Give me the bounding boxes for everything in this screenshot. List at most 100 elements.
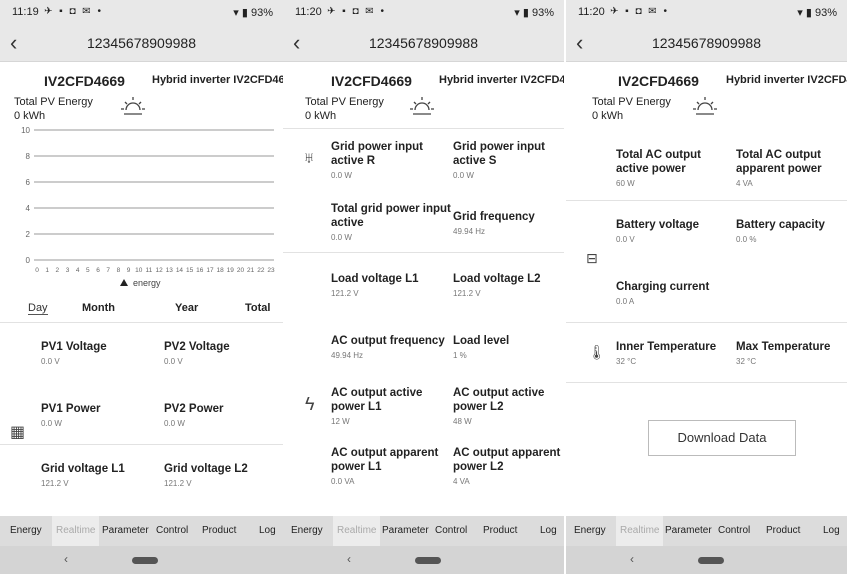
x-tick-label: 7	[106, 267, 110, 274]
main-content: IV2CFD4669 Hybrid inverter IV2CFD4669 To…	[283, 62, 564, 516]
tab-log[interactable]: Log	[823, 525, 840, 536]
field-load-voltage-l1: Load voltage L1 121.2 V	[331, 272, 419, 298]
home-pill-icon[interactable]	[698, 557, 724, 564]
battery-indicator: ▾ ▮ 93%	[514, 7, 554, 19]
tab-parameter[interactable]: Parameter	[665, 525, 712, 536]
field-value: 49.94 Hz	[331, 351, 364, 360]
sun-icon	[121, 97, 145, 115]
field-value: 4 VA	[736, 179, 753, 188]
grid-panel-icon: ▦	[10, 424, 26, 441]
app-header: ‹ 12345678909988	[0, 24, 283, 62]
tab-realtime[interactable]: Realtime	[616, 516, 664, 546]
field-value: 49.94 Hz	[453, 227, 486, 236]
field-grid-voltage-l2: Grid voltage L2 121.2 V	[164, 462, 248, 488]
tab-parameter[interactable]: Parameter	[102, 525, 149, 536]
tab-log[interactable]: Log	[259, 525, 276, 536]
x-tick-label: 9	[127, 267, 131, 274]
status-bar: 11:19 ✈ ▪ ◘ ✉ • ▾ ▮ 93%	[0, 0, 283, 24]
field-label: PV2 Voltage	[164, 341, 230, 353]
field-ac-apparent-power-l1: AC output apparent power L1 0.0 VA	[331, 446, 441, 486]
status-bar: 11:20 ✈ ▪ ◘ ✉ • ▾ ▮ 93%	[283, 0, 564, 24]
field-inner-temperature: Inner Temperature 32 °C	[616, 340, 716, 366]
pv-energy-label: Total PV Energy	[592, 96, 671, 108]
status-icons: ✈ ▪ ◘ ✉ •	[610, 6, 669, 17]
field-charging-current: Charging current 0.0 A	[616, 280, 709, 306]
divider	[283, 252, 564, 253]
pv-energy-value: 0 kWh	[592, 110, 624, 122]
field-ac-apparent-power-l2: AC output apparent power L2 4 VA	[453, 446, 561, 486]
page-title: 12345678909988	[86, 35, 196, 51]
x-tick-label: 16	[196, 267, 204, 274]
battery-icon: ⊟	[586, 250, 598, 266]
system-navigation-bar: ‹	[283, 546, 564, 574]
field-label: PV2 Power	[164, 403, 224, 415]
x-tick-label: 22	[257, 267, 265, 274]
field-load-voltage-l2: Load voltage L2 121.2 V	[453, 272, 541, 298]
device-name: IV2CFD4669	[618, 73, 699, 89]
system-back-icon[interactable]: ‹	[630, 552, 634, 566]
tab-month[interactable]: Month	[82, 302, 115, 314]
tab-parameter[interactable]: Parameter	[382, 525, 429, 536]
status-bar: 11:20 ✈ ▪ ◘ ✉ • ▾ ▮ 93%	[566, 0, 847, 24]
download-data-button[interactable]: Download Data	[648, 420, 796, 456]
sun-icon	[410, 97, 434, 115]
field-label: AC output apparent power L2	[453, 447, 561, 473]
field-total-ac-active-power: Total AC output active power 60 W	[616, 148, 734, 188]
battery-indicator: ▾ ▮ 93%	[233, 7, 273, 19]
tab-realtime[interactable]: Realtime	[333, 516, 381, 546]
field-label: Max Temperature	[736, 341, 831, 353]
field-pv2-voltage: PV2 Voltage 0.0 V	[164, 340, 230, 366]
tab-energy[interactable]: Energy	[291, 525, 323, 536]
tab-product[interactable]: Product	[202, 525, 236, 536]
field-value: 12 W	[331, 417, 350, 426]
field-ac-output-frequency: AC output frequency 49.94 Hz	[331, 334, 445, 360]
field-label: Battery voltage	[616, 219, 700, 231]
tab-control[interactable]: Control	[435, 525, 467, 536]
field-load-level: Load level 1 %	[453, 334, 509, 360]
tab-year[interactable]: Year	[175, 302, 198, 314]
x-tick-label: 0	[35, 267, 39, 274]
tab-total[interactable]: Total	[245, 302, 270, 314]
status-icons: ✈ ▪ ◘ ✉ •	[327, 6, 386, 17]
divider	[283, 128, 564, 129]
field-ac-active-power-l2: AC output active power L2 48 W	[453, 386, 558, 426]
x-tick-label: 15	[186, 267, 194, 274]
tab-energy[interactable]: Energy	[574, 525, 606, 536]
field-value: 0.0 V	[164, 357, 183, 366]
tab-day[interactable]: Day	[28, 302, 48, 315]
field-pv2-power: PV2 Power 0.0 W	[164, 402, 223, 428]
system-back-icon[interactable]: ‹	[64, 552, 68, 566]
phone-screen-realtime-2: 11:20 ✈ ▪ ◘ ✉ • ▾ ▮ 93% ‹ 12345678909988…	[566, 0, 847, 574]
field-grid-voltage-l1: Grid voltage L1 121.2 V	[41, 462, 125, 488]
pv-energy-label: Total PV Energy	[14, 96, 93, 108]
system-back-icon[interactable]: ‹	[347, 552, 351, 566]
x-tick-label: 2	[56, 267, 60, 274]
tab-log[interactable]: Log	[540, 525, 557, 536]
field-label: AC output apparent power L1	[331, 447, 439, 473]
tab-realtime[interactable]: Realtime	[52, 516, 100, 546]
y-tick-label: 6	[26, 178, 31, 187]
tab-energy[interactable]: Energy	[10, 525, 42, 536]
tab-product[interactable]: Product	[766, 525, 800, 536]
home-pill-icon[interactable]	[132, 557, 158, 564]
field-label: Grid frequency	[453, 211, 535, 223]
y-tick-label: 0	[26, 256, 31, 265]
thermometer-icon: 🌡	[588, 344, 606, 360]
field-value: 0.0 V	[41, 357, 60, 366]
x-tick-label: 6	[96, 267, 100, 274]
field-label: Grid voltage L1	[41, 463, 125, 475]
field-value: 121.2 V	[41, 479, 69, 488]
x-tick-label: 14	[176, 267, 184, 274]
field-label: Grid power input active S	[453, 141, 545, 167]
tab-control[interactable]: Control	[156, 525, 188, 536]
field-pv1-power: PV1 Power 0.0 W	[41, 402, 100, 428]
x-tick-label: 3	[66, 267, 70, 274]
field-grid-frequency: Grid frequency 49.94 Hz	[453, 210, 558, 236]
tab-control[interactable]: Control	[718, 525, 750, 536]
pv-energy-value: 0 kWh	[305, 110, 337, 122]
home-pill-icon[interactable]	[415, 557, 441, 564]
device-model: Hybrid inverter IV2CFD466	[726, 74, 847, 86]
field-value: 1 %	[453, 351, 467, 360]
field-label: PV1 Voltage	[41, 341, 107, 353]
tab-product[interactable]: Product	[483, 525, 517, 536]
